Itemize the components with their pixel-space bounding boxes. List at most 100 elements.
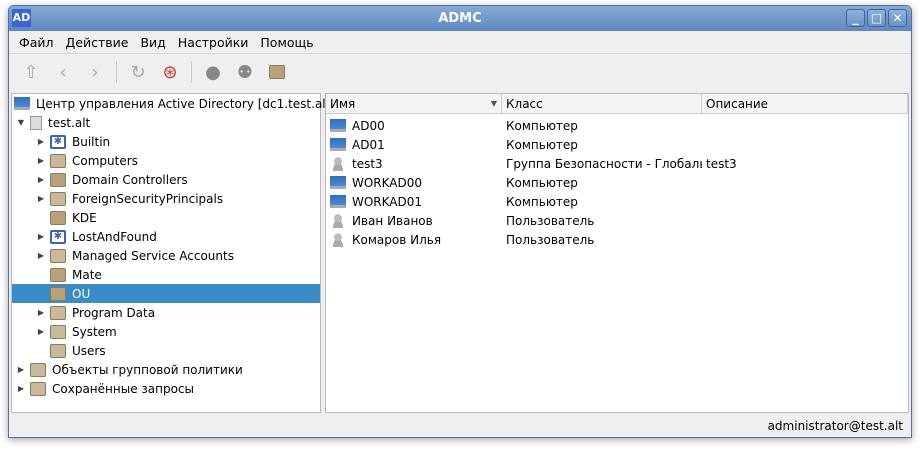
tree-item-label: KDE [72,210,97,225]
menu-view[interactable]: Вид [134,35,171,50]
expand-arrow-icon[interactable]: ▶ [36,327,46,336]
computer-icon [330,176,346,189]
tree-item[interactable]: ▶ ✱ LostAndFound [12,227,320,246]
row-description: test3 [706,156,737,171]
expand-arrow-icon[interactable]: ▶ [36,194,46,203]
tree-item-label: Program Data [72,305,156,320]
tree-item[interactable]: ▶ System [12,322,320,341]
tree-item[interactable]: KDE [12,208,320,227]
computer-icon [330,138,346,151]
row-class: Компьютер [506,194,578,209]
menu-action[interactable]: Действие [60,35,135,50]
list-header: Имя ▼ Класс Описание [326,94,908,114]
tree-item[interactable]: ▶ Domain Controllers [12,170,320,189]
expand-arrow-icon[interactable]: ▶ [36,308,46,317]
menu-file[interactable]: Файл [13,35,60,50]
tree-item[interactable]: ▶ Program Data [12,303,320,322]
status-user: administrator@test.alt [767,419,903,433]
tree-domain-label: test.alt [48,115,91,130]
toolbar: ⇧ ‹ › ↻ ⊛ ● ⚉ [9,54,911,90]
tree-item-gpo[interactable]: ▶ Объекты групповой политики [12,360,320,379]
manual-icon[interactable]: ⊛ [156,58,184,86]
app-icon: AD [12,9,31,27]
tree-root-label: Центр управления Active Directory [dc1.t… [36,96,336,111]
list-row[interactable]: AD01 Компьютер [326,135,908,154]
group-icon [330,156,346,171]
column-class[interactable]: Класс [502,94,702,113]
ou-icon [50,286,66,301]
folder-icon [50,305,66,320]
row-name: test3 [352,156,383,171]
list-row[interactable]: WORKAD00 Компьютер [326,173,908,192]
folder-icon [30,362,46,377]
tree-item-label: Users [72,343,106,358]
expand-arrow-icon[interactable]: ▶ [36,156,46,165]
collapse-arrow-icon[interactable]: ▼ [16,118,26,127]
tree-item[interactable]: Mate [12,265,320,284]
row-class: Компьютер [506,118,578,133]
expand-arrow-icon[interactable]: ▶ [36,175,46,184]
list-row[interactable]: WORKAD01 Компьютер [326,192,908,211]
title-bar: AD ADMC _ □ ✕ [9,6,911,31]
create-user-icon[interactable]: ● [199,58,227,86]
user-icon [330,213,346,228]
back-icon[interactable]: ‹ [49,58,77,86]
refresh-icon[interactable]: ↻ [124,58,152,86]
console-tree: Центр управления Active Directory [dc1.t… [11,93,335,413]
list-row[interactable]: test3 Группа Безопасности - Глобаль... tes… [326,154,908,173]
tree-item[interactable]: ▶ ✱ Builtin [12,132,320,151]
computer-icon [14,97,30,110]
up-icon[interactable]: ⇧ [17,58,45,86]
tree-item[interactable]: ▶ Computers [12,151,320,170]
expand-arrow-icon[interactable]: ▶ [16,384,26,393]
create-ou-icon[interactable] [263,58,291,86]
expand-arrow-icon[interactable]: ▶ [36,251,46,260]
folder-icon [30,381,46,396]
list-row[interactable]: Комаров Илья Пользователь [326,230,908,249]
minimize-button[interactable]: _ [846,9,865,27]
list-row[interactable]: AD00 Компьютер [326,116,908,135]
tree-item-label: Computers [72,153,138,168]
container-icon: ✱ [50,134,66,149]
admc-window: AD ADMC _ □ ✕ Файл Действие Вид Настройк… [8,5,912,438]
tree-item-saved-queries[interactable]: ▶ Сохранённые запросы [12,379,320,398]
ou-icon [50,210,66,225]
tree-item[interactable]: ▶ ForeignSecurityPrincipals [12,189,320,208]
computer-icon [330,119,346,132]
ou-icon [50,172,66,187]
row-name: WORKAD00 [352,175,423,190]
tree-domain[interactable]: ▼ test.alt [12,113,320,132]
column-description[interactable]: Описание [702,94,908,113]
forward-icon[interactable]: › [81,58,109,86]
expand-arrow-icon[interactable]: ▶ [36,232,46,241]
column-name[interactable]: Имя ▼ [326,94,502,113]
folder-icon [50,191,66,206]
row-name: Комаров Илья [352,232,442,247]
expand-arrow-icon[interactable]: ▶ [36,137,46,146]
ou-icon [50,267,66,282]
sort-arrow-icon: ▼ [490,99,497,108]
tree-item[interactable]: Users [12,341,320,360]
tree-item-label: Объекты групповой политики [52,362,243,377]
menu-settings[interactable]: Настройки [172,35,255,50]
row-class: Пользователь [506,232,595,247]
row-name: WORKAD01 [352,194,423,209]
tree-item-label: OU [72,286,91,301]
status-bar: administrator@test.alt [9,415,911,437]
maximize-button[interactable]: □ [867,9,886,27]
close-button[interactable]: ✕ [888,9,907,27]
window-title: ADMC [438,11,482,26]
tree-item[interactable]: ▶ Managed Service Accounts [12,246,320,265]
container-icon: ✱ [50,229,66,244]
expand-arrow-icon[interactable]: ▶ [16,365,26,374]
row-name: AD00 [352,118,385,133]
menu-help[interactable]: Помощь [254,35,319,50]
row-name: Иван Иванов [352,213,433,228]
list-row[interactable]: Иван Иванов Пользователь [326,211,908,230]
create-group-icon[interactable]: ⚉ [231,58,259,86]
tree-item-label: Domain Controllers [72,172,188,187]
row-class: Пользователь [506,213,595,228]
tree-item[interactable]: OU [12,284,320,303]
tree-item-label: LostAndFound [72,229,157,244]
tree-root[interactable]: Центр управления Active Directory [dc1.t… [12,94,335,113]
